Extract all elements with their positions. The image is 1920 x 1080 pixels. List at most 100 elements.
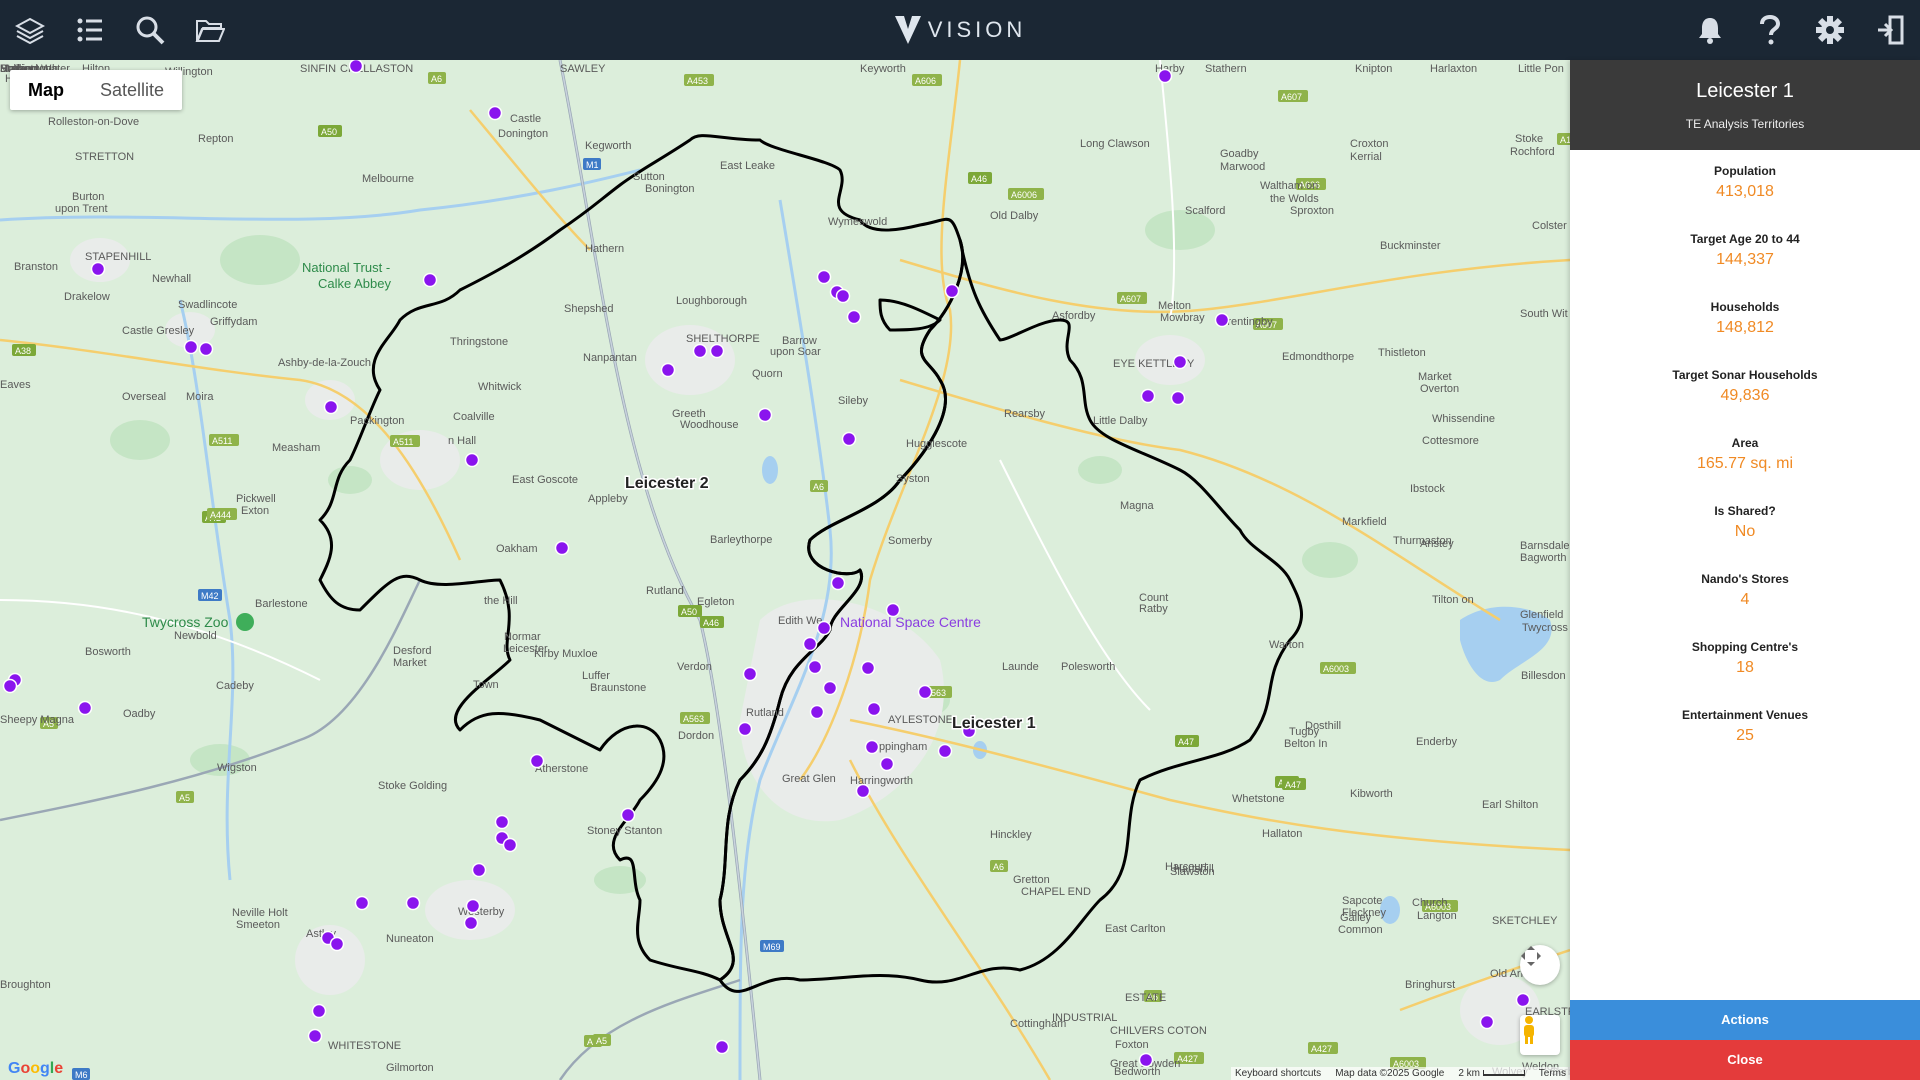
store-marker[interactable] xyxy=(1479,1014,1495,1030)
map-type-control: Map Satellite xyxy=(10,70,183,110)
place-label: the Hill xyxy=(484,595,518,607)
store-marker[interactable] xyxy=(465,898,481,914)
store-marker[interactable] xyxy=(463,915,479,931)
store-marker[interactable] xyxy=(816,269,832,285)
store-marker[interactable] xyxy=(1140,388,1156,404)
store-marker[interactable] xyxy=(1138,1052,1154,1068)
store-marker[interactable] xyxy=(307,1028,323,1044)
store-marker[interactable] xyxy=(846,309,862,325)
store-marker[interactable] xyxy=(866,701,882,717)
place-label: Pickwell xyxy=(236,493,276,505)
keyboard-shortcuts-link[interactable]: Keyboard shortcuts xyxy=(1235,1068,1321,1079)
store-marker[interactable] xyxy=(1170,390,1186,406)
fullscreen-button[interactable] xyxy=(1520,945,1560,985)
store-marker[interactable] xyxy=(802,636,818,652)
store-marker[interactable] xyxy=(1172,354,1188,370)
store-marker[interactable] xyxy=(855,783,871,799)
store-marker[interactable] xyxy=(737,721,753,737)
panel-header: Leicester 1 TE Analysis Territories xyxy=(1570,60,1920,150)
store-marker[interactable] xyxy=(348,60,364,74)
store-marker[interactable] xyxy=(807,659,823,675)
store-marker[interactable] xyxy=(323,399,339,415)
store-marker[interactable] xyxy=(405,895,421,911)
store-marker[interactable] xyxy=(937,743,953,759)
close-button[interactable]: Close xyxy=(1570,1040,1920,1080)
stat-value: 18 xyxy=(1736,659,1754,676)
store-marker[interactable] xyxy=(90,261,106,277)
place-label: Gilmorton xyxy=(386,1062,434,1074)
store-marker[interactable] xyxy=(422,272,438,288)
poi-national-trust[interactable]: National Trust - xyxy=(302,260,390,275)
store-marker[interactable] xyxy=(77,700,93,716)
road-shield: A563 xyxy=(680,712,710,724)
store-marker[interactable] xyxy=(864,739,880,755)
store-marker[interactable] xyxy=(944,283,960,299)
store-marker[interactable] xyxy=(709,343,725,359)
place-label: Sproxton xyxy=(1290,205,1334,217)
store-marker[interactable] xyxy=(1214,312,1230,328)
stat-item: Area 165.77 sq. mi xyxy=(1570,436,1920,490)
place-label: Warton xyxy=(1269,639,1304,651)
store-marker[interactable] xyxy=(660,362,676,378)
folder-open-icon[interactable] xyxy=(194,14,226,46)
place-label: East Leake xyxy=(720,160,775,172)
store-marker[interactable] xyxy=(757,407,773,423)
map-canvas[interactable]: A6A453A606A607A1A50M1A46A6006A606A607A42… xyxy=(0,60,1570,1080)
store-marker[interactable] xyxy=(198,341,214,357)
poi-calke-abbey[interactable]: Calke Abbey xyxy=(318,276,391,291)
store-marker[interactable] xyxy=(183,339,199,355)
store-marker[interactable] xyxy=(830,575,846,591)
store-marker[interactable] xyxy=(822,680,838,696)
terms-link[interactable]: Terms xyxy=(1539,1068,1566,1079)
place-label: Edmondthorpe xyxy=(1282,351,1354,363)
place-label: STAPENHILL xyxy=(85,251,151,263)
store-marker[interactable] xyxy=(471,862,487,878)
street-view-pegman[interactable] xyxy=(1520,1015,1560,1055)
poi-national-space-centre[interactable]: National Space Centre xyxy=(840,614,981,630)
map-type-satellite-button[interactable]: Satellite xyxy=(82,70,182,110)
store-marker[interactable] xyxy=(311,1003,327,1019)
google-logo: Google xyxy=(8,1060,64,1077)
store-marker[interactable] xyxy=(816,620,832,636)
place-label: Polesworth xyxy=(1061,661,1115,673)
store-marker[interactable] xyxy=(529,753,545,769)
store-marker[interactable] xyxy=(809,704,825,720)
place-label: Launde xyxy=(1002,661,1039,673)
store-marker[interactable] xyxy=(879,756,895,772)
place-label: Anstey xyxy=(1420,538,1454,550)
store-marker[interactable] xyxy=(487,105,503,121)
store-marker[interactable] xyxy=(835,288,851,304)
store-marker[interactable] xyxy=(554,540,570,556)
store-marker[interactable] xyxy=(860,660,876,676)
store-marker[interactable] xyxy=(917,684,933,700)
logout-icon[interactable] xyxy=(1874,14,1906,46)
store-marker[interactable] xyxy=(620,807,636,823)
stat-item: Target Sonar Households 49,836 xyxy=(1570,368,1920,422)
store-marker[interactable] xyxy=(354,895,370,911)
map-type-map-button[interactable]: Map xyxy=(10,70,82,110)
store-marker[interactable] xyxy=(494,814,510,830)
store-marker[interactable] xyxy=(742,666,758,682)
help-icon[interactable] xyxy=(1754,14,1786,46)
store-marker[interactable] xyxy=(502,837,518,853)
store-marker[interactable] xyxy=(841,431,857,447)
layers-icon[interactable] xyxy=(14,14,46,46)
gear-icon[interactable] xyxy=(1814,14,1846,46)
poi-twycross-zoo[interactable]: Twycross Zoo xyxy=(142,614,229,630)
store-marker[interactable] xyxy=(1515,992,1531,1008)
road-shield: A6003 xyxy=(1320,662,1356,674)
store-marker[interactable] xyxy=(1157,68,1173,84)
search-icon[interactable] xyxy=(134,14,166,46)
map-svg[interactable]: A6A453A606A607A1A50M1A46A6006A606A607A42… xyxy=(0,60,1570,1080)
store-marker[interactable] xyxy=(2,678,18,694)
store-marker[interactable] xyxy=(714,1039,730,1055)
actions-button[interactable]: Actions xyxy=(1570,1000,1920,1040)
store-marker[interactable] xyxy=(329,936,345,952)
place-label: Great Glen xyxy=(782,773,836,785)
top-toolbar: VISION xyxy=(0,0,1920,60)
list-icon[interactable] xyxy=(74,14,106,46)
store-marker[interactable] xyxy=(464,452,480,468)
bell-icon[interactable] xyxy=(1694,14,1726,46)
store-marker[interactable] xyxy=(692,343,708,359)
pegman-icon xyxy=(1524,1016,1534,1044)
